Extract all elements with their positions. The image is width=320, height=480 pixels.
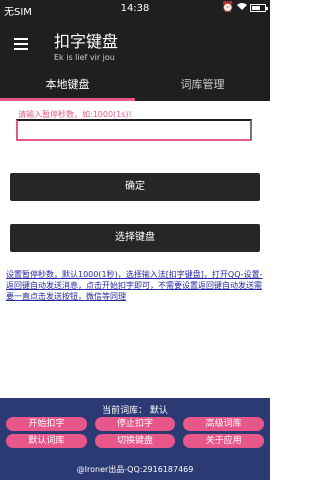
app-bar: 扣字键盘 Ek is lief vir jou (0, 19, 270, 71)
select-keyboard-button[interactable]: 选择键盘 (10, 224, 260, 252)
tab-local-keyboard[interactable]: 本地键盘 (0, 71, 135, 101)
switch-keyboard-button[interactable]: 切换键盘 (94, 434, 176, 448)
default-library-button[interactable]: 默认词库 (6, 434, 87, 448)
app-title: 扣字键盘 (54, 32, 119, 51)
app-subtitle: Ek is lief vir jou (54, 53, 115, 62)
confirm-button[interactable]: 确定 (10, 173, 260, 201)
hamburger-menu-icon[interactable] (14, 38, 28, 50)
advanced-library-button[interactable]: 高级词库 (183, 417, 264, 431)
status-icons: ⏰ (221, 2, 268, 13)
action-grid: 开始扣字 停止扣字 高级词库 默认词库 切换键盘 关于应用 (6, 417, 264, 448)
alarm-icon: ⏰ (221, 2, 234, 13)
pause-seconds-input-group: 请输入暂停秒数，如:1000(1s)! (14, 105, 256, 143)
wifi-icon (237, 2, 247, 13)
status-bar: 无SIM 14:38 ⏰ (0, 0, 270, 19)
stop-typing-button[interactable]: 停止扣字 (94, 417, 176, 431)
instructions-link[interactable]: 设置暂停秒数，默认1000(1秒)，选择输入法[扣字键盘]，打开QQ-设置-返回… (6, 269, 266, 302)
start-typing-button[interactable]: 开始扣字 (6, 417, 87, 431)
tab-word-library[interactable]: 词库管理 (135, 71, 270, 101)
credit-text: @Ironer出品-QQ:2916187469 (76, 465, 194, 474)
pause-seconds-input[interactable] (16, 119, 252, 141)
tab-bar: 本地键盘 词库管理 (0, 71, 270, 101)
current-library-label: 当前词库： 默认 (102, 406, 168, 416)
bottom-panel: 当前词库： 默认 开始扣字 停止扣字 高级词库 默认词库 切换键盘 关于应用 @… (0, 398, 270, 480)
battery-icon (250, 3, 268, 12)
battery-fill (252, 5, 261, 10)
about-app-button[interactable]: 关于应用 (183, 434, 264, 448)
